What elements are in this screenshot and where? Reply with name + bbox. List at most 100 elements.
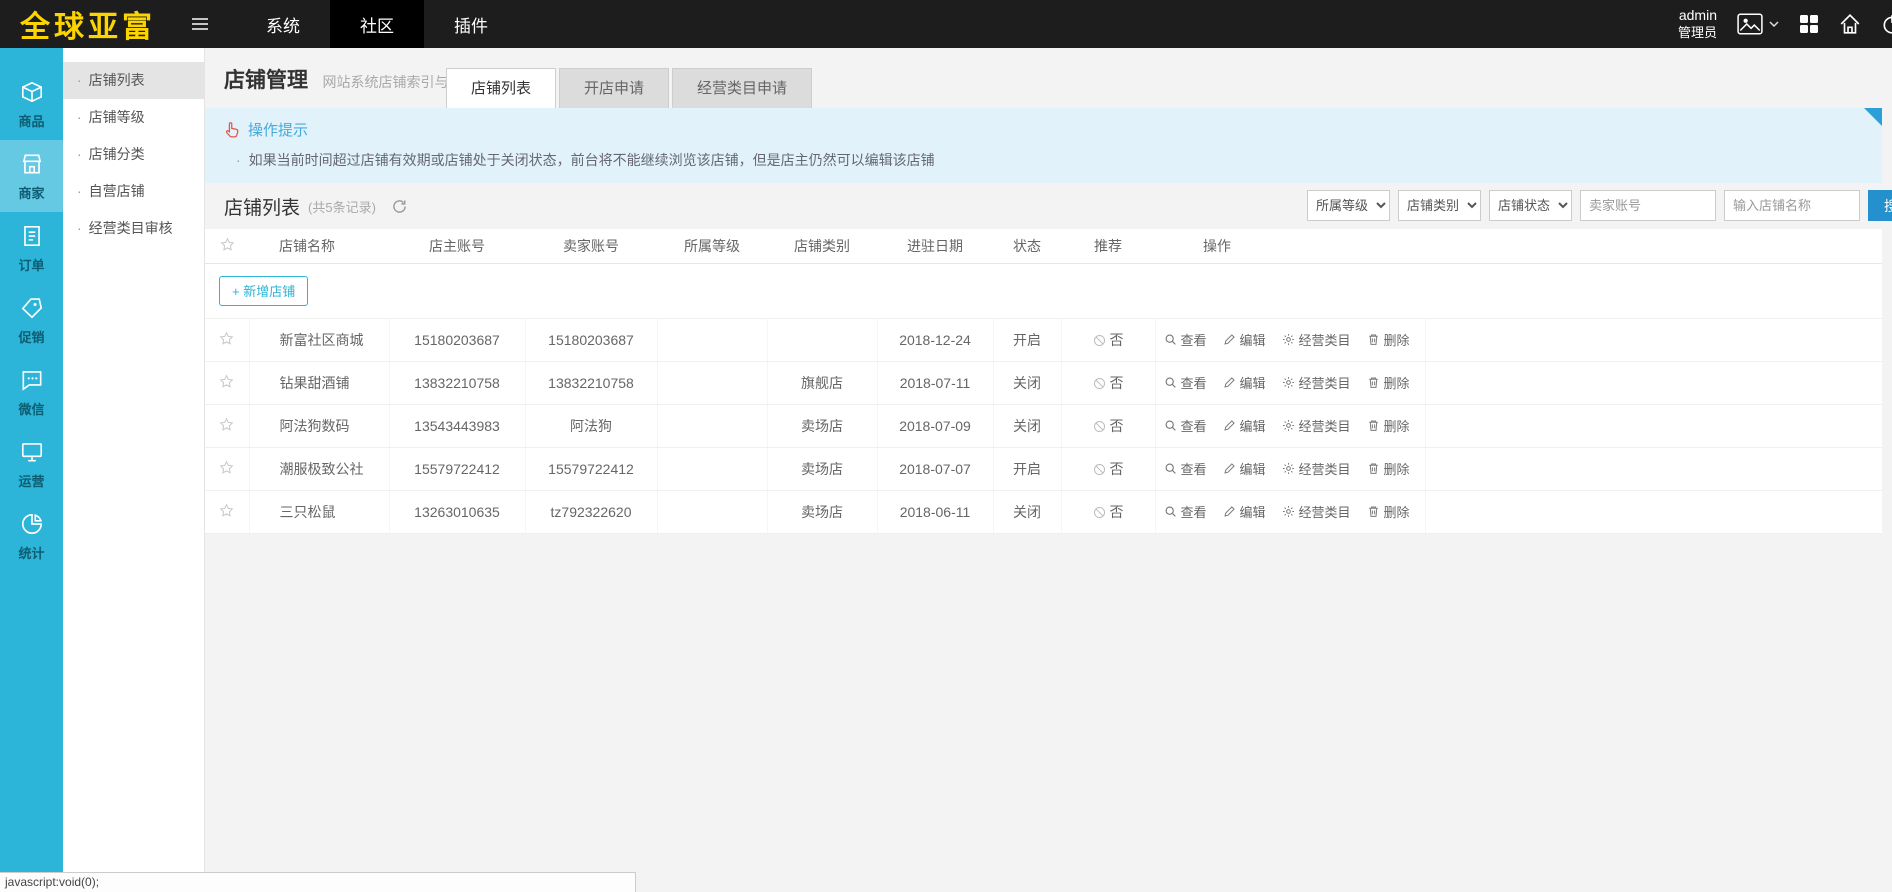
promotion-icon xyxy=(19,295,45,321)
operation-icon xyxy=(19,439,45,465)
home-icon[interactable] xyxy=(1839,13,1861,35)
action-category-button[interactable]: 经营类目 xyxy=(1282,459,1351,478)
action-edit-button[interactable]: 编辑 xyxy=(1223,373,1266,392)
search-button[interactable]: 搜索 xyxy=(1868,190,1892,221)
action-label: 删除 xyxy=(1384,502,1410,521)
action-label: 删除 xyxy=(1384,330,1410,349)
action-category-button[interactable]: 经营类目 xyxy=(1282,502,1351,521)
action-edit-button[interactable]: 编辑 xyxy=(1223,416,1266,435)
col-header-1: 店铺名称 xyxy=(249,229,389,263)
sidebar-module-operation[interactable]: 运营 xyxy=(0,428,63,500)
action-delete-button[interactable]: 删除 xyxy=(1367,373,1410,392)
shop-table-card: 店铺名称店主账号卖家账号所属等级店铺类别进驻日期状态推荐操作 + 新增店铺 新富… xyxy=(205,229,1882,534)
avatar-dropdown[interactable] xyxy=(1737,13,1779,35)
stats-icon xyxy=(19,511,45,537)
page-title: 店铺管理 xyxy=(224,69,308,92)
trash-icon xyxy=(1367,333,1380,346)
sidebar-module-promotion[interactable]: 促销 xyxy=(0,284,63,356)
submenu-item-shop-grade[interactable]: 店铺等级 xyxy=(63,99,204,136)
power-icon[interactable] xyxy=(1881,13,1892,35)
top-nav-system[interactable]: 系统 xyxy=(236,0,330,48)
sidebar-module-label: 统计 xyxy=(18,543,44,562)
search-icon xyxy=(1164,419,1177,432)
sidebar-module-stats[interactable]: 统计 xyxy=(0,500,63,572)
submenu-item-shop-category[interactable]: 店铺分类 xyxy=(63,136,204,173)
action-category-button[interactable]: 经营类目 xyxy=(1282,330,1351,349)
shop-table-row: 阿法狗数码13543443983阿法狗卖场店2018-07-09关闭否查看编辑经… xyxy=(205,404,1882,447)
modules-icon[interactable] xyxy=(1799,14,1819,34)
action-label: 经营类目 xyxy=(1299,416,1351,435)
add-shop-button[interactable]: + 新增店铺 xyxy=(219,276,308,306)
cell-actions: 查看编辑经营类目删除 xyxy=(1155,361,1425,404)
action-view-button[interactable]: 查看 xyxy=(1164,373,1207,392)
main-content: 店铺管理 网站系统店铺索引与管理 店铺列表开店申请经营类目申请 操作提示 如果当… xyxy=(205,48,1892,892)
tab-shop-list[interactable]: 店铺列表 xyxy=(446,68,556,108)
tab-category-apply[interactable]: 经营类目申请 xyxy=(672,68,812,108)
action-category-button[interactable]: 经营类目 xyxy=(1282,416,1351,435)
filter-select-status[interactable]: 店铺状态 xyxy=(1489,190,1572,221)
cell-favorite[interactable] xyxy=(205,447,249,490)
seller-account-input[interactable] xyxy=(1580,190,1716,221)
top-nav-plugins[interactable]: 插件 xyxy=(424,0,518,48)
sidebar-module-order[interactable]: 订单 xyxy=(0,212,63,284)
cell-favorite[interactable] xyxy=(205,361,249,404)
order-icon xyxy=(19,223,45,249)
action-view-button[interactable]: 查看 xyxy=(1164,459,1207,478)
action-category-button[interactable]: 经营类目 xyxy=(1282,373,1351,392)
top-bar: 全球亚富 系统社区插件 admin 管理员 xyxy=(0,0,1892,48)
submenu-item-category-audit[interactable]: 经营类目审核 xyxy=(63,210,204,247)
chevron-down-icon xyxy=(1769,21,1779,27)
action-label: 编辑 xyxy=(1240,502,1266,521)
hand-pointer-icon xyxy=(224,121,241,138)
submenu-item-shop-list[interactable]: 店铺列表 xyxy=(63,62,204,99)
sidebar-module-label: 订单 xyxy=(18,255,44,274)
cell-shop-name: 三只松鼠 xyxy=(249,490,389,533)
action-edit-button[interactable]: 编辑 xyxy=(1223,502,1266,521)
cell-grade xyxy=(657,490,767,533)
filter-select-category[interactable]: 店铺类别 xyxy=(1398,190,1481,221)
action-view-button[interactable]: 查看 xyxy=(1164,416,1207,435)
tip-corner-icon[interactable] xyxy=(1864,108,1882,126)
cell-grade xyxy=(657,447,767,490)
action-view-button[interactable]: 查看 xyxy=(1164,330,1207,349)
action-edit-button[interactable]: 编辑 xyxy=(1223,459,1266,478)
cell-recommend: 否 xyxy=(1061,447,1155,490)
col-header-6: 进驻日期 xyxy=(877,229,993,263)
topbar-right: admin 管理员 xyxy=(1678,7,1892,41)
sidebar-module-wechat[interactable]: 微信 xyxy=(0,356,63,428)
cell-favorite[interactable] xyxy=(205,490,249,533)
sidebar-module-label: 运营 xyxy=(18,471,44,490)
cell-shop-name: 阿法狗数码 xyxy=(249,404,389,447)
action-delete-button[interactable]: 删除 xyxy=(1367,459,1410,478)
hamburger-icon xyxy=(191,17,209,31)
cell-favorite[interactable] xyxy=(205,404,249,447)
tab-open-apply[interactable]: 开店申请 xyxy=(559,68,669,108)
filter-selects: 所属等级店铺类别店铺状态 xyxy=(1307,190,1572,221)
user-menu[interactable]: admin 管理员 xyxy=(1678,7,1717,41)
submenu-item-self-shop[interactable]: 自营店铺 xyxy=(63,173,204,210)
edit-icon xyxy=(1223,419,1236,432)
cell-join-date: 2018-07-07 xyxy=(877,447,993,490)
filter-select-grade[interactable]: 所属等级 xyxy=(1307,190,1390,221)
shop-name-input[interactable] xyxy=(1724,190,1860,221)
trash-icon xyxy=(1367,462,1380,475)
sidebar-module-label: 商品 xyxy=(18,111,44,130)
refresh-icon[interactable] xyxy=(392,199,407,214)
col-header-9: 操作 xyxy=(1155,229,1425,263)
action-delete-button[interactable]: 删除 xyxy=(1367,330,1410,349)
top-nav-community[interactable]: 社区 xyxy=(330,0,424,48)
cell-actions: 查看编辑 经营类目删除 xyxy=(1155,404,1425,447)
col-header-7: 状态 xyxy=(993,229,1061,263)
cell-status: 关闭 xyxy=(993,361,1061,404)
menu-toggle-button[interactable] xyxy=(180,17,220,31)
sidebar-module-merchant[interactable]: 商家 xyxy=(0,140,63,212)
sidebar-module-goods[interactable]: 商品 xyxy=(0,68,63,140)
action-edit-button[interactable]: 编辑 xyxy=(1223,330,1266,349)
action-delete-button[interactable]: 删除 xyxy=(1367,502,1410,521)
cell-recommend: 否 xyxy=(1061,490,1155,533)
shop-table-row: 新富社区商城15180203687151802036872018-12-24开启… xyxy=(205,318,1882,361)
action-view-button[interactable]: 查看 xyxy=(1164,502,1207,521)
action-delete-button[interactable]: 删除 xyxy=(1367,416,1410,435)
tip-line: 如果当前时间超过店铺有效期或店铺处于关闭状态，前台将不能继续浏览该店铺，但是店主… xyxy=(224,150,1882,170)
cell-favorite[interactable] xyxy=(205,318,249,361)
